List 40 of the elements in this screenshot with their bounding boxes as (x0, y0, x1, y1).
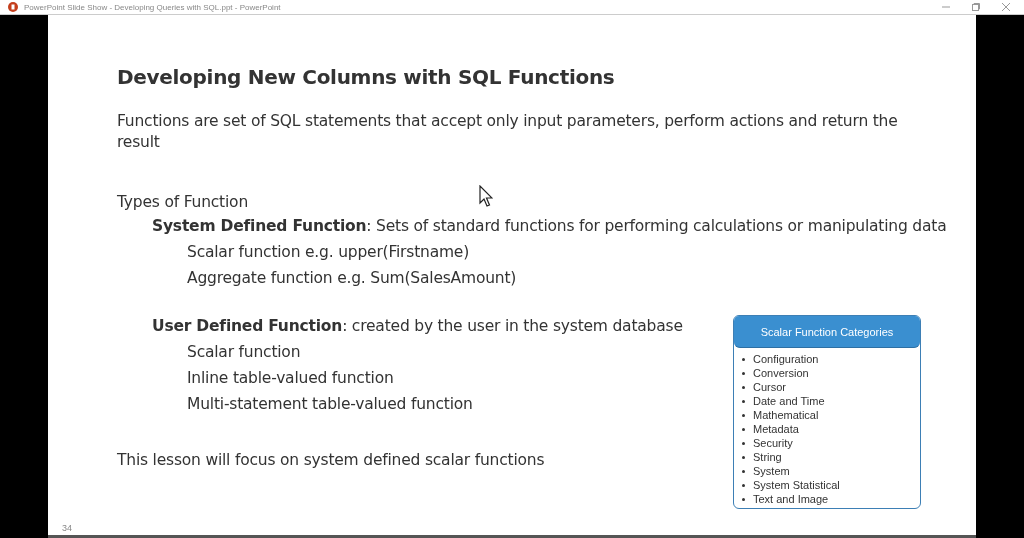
bullet-icon (742, 441, 745, 445)
function-example: Scalar function (187, 342, 301, 363)
category-item: Metadata (753, 422, 799, 436)
focus-text: This lesson will focus on system defined scalar functions (117, 450, 545, 471)
bullet-icon (742, 455, 745, 459)
types-heading: Types of Function (117, 192, 248, 213)
category-item: Date and Time (753, 394, 825, 408)
function-example: Scalar function e.g. upper(Firstname) (187, 242, 470, 263)
category-item: Text and Image (753, 492, 829, 506)
bullet-icon (742, 357, 745, 361)
function-example: Inline table-valued function (187, 368, 394, 389)
bullet-icon (742, 497, 745, 501)
category-item: Security (753, 436, 793, 450)
slide-title: Developing New Columns with SQL Functions (117, 65, 616, 89)
category-item: String (753, 450, 782, 464)
window-title: PowerPoint Slide Show - Developing Queries with SQL.ppt - PowerPoint (24, 2, 282, 12)
category-item: Mathematical (753, 408, 819, 422)
page-number: 34 (62, 523, 72, 533)
callout-title: Scalar Function Categories (734, 316, 920, 348)
category-item: Cursor (753, 380, 786, 394)
close-icon[interactable] (1002, 3, 1010, 11)
bullet-icon (742, 483, 745, 487)
category-item: System Statistical (753, 478, 840, 492)
intro-text: Functions are set of SQL statements that accept only input parameters, perform actions and return the result (117, 111, 899, 153)
bullet-icon (742, 385, 745, 389)
function-example: Aggregate function e.g. Sum(SalesAmount) (187, 268, 517, 289)
bullet-icon (742, 427, 745, 431)
cursor-icon (479, 185, 493, 207)
category-item: Conversion (753, 366, 809, 380)
function-type-text: System Defined Function: Sets of standard functions for performing calculations or manipulating data (152, 216, 947, 237)
bullet-icon (742, 371, 745, 375)
function-example: Multi-statement table-valued function (187, 394, 473, 415)
bullet-icon (742, 413, 745, 417)
bullet-icon (742, 469, 745, 473)
bullet-icon (742, 399, 745, 403)
category-item: Configuration (753, 352, 819, 366)
function-type-text: User Defined Function: created by the user in the system database (152, 316, 683, 337)
minimize-icon[interactable] (942, 3, 950, 11)
category-item: System (753, 464, 790, 478)
restore-icon[interactable] (972, 3, 980, 11)
